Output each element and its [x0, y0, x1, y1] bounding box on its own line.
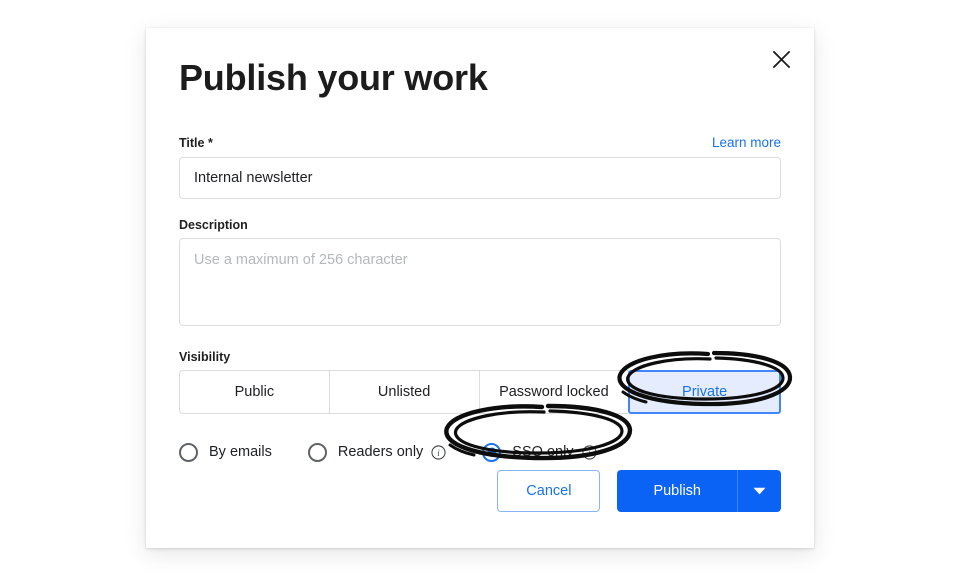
close-icon[interactable] [766, 44, 796, 74]
visibility-option-unlisted[interactable]: Unlisted [328, 370, 479, 415]
visibility-option-public[interactable]: Public [179, 370, 329, 415]
info-icon[interactable]: i [581, 444, 597, 460]
page-title: Publish your work [179, 57, 488, 98]
chevron-down-icon[interactable] [737, 470, 781, 512]
svg-text:i: i [438, 447, 441, 457]
description-label-row: Description [179, 217, 781, 233]
radio-circle-icon [307, 442, 327, 462]
radio-label: By emails [209, 444, 272, 461]
description-field-label: Description [179, 217, 248, 232]
visibility-option-password-locked[interactable]: Password locked [478, 370, 629, 415]
radio-readers-only[interactable]: Readers only i [307, 442, 446, 462]
dialog-footer: Cancel Publish [497, 470, 781, 512]
radio-circle-icon [482, 442, 502, 462]
publish-dialog: Publish your work Title * Learn more Des… [146, 28, 814, 548]
description-input[interactable] [179, 237, 781, 326]
segment-label: Password locked [499, 384, 609, 401]
visibility-option-private[interactable]: Private [628, 370, 781, 415]
learn-more-link[interactable]: Learn more [712, 134, 781, 152]
dialog-body: Title * Learn more Description Visibilit… [179, 134, 781, 466]
visibility-segmented-control: Public Unlisted Password locked Private [179, 370, 781, 415]
publish-split-button: Publish [617, 470, 781, 512]
info-icon[interactable]: i [431, 444, 446, 460]
radio-label: Readers only [337, 444, 424, 461]
publish-button[interactable]: Publish [617, 470, 737, 512]
radio-label: SSO only [512, 444, 574, 461]
svg-text:i: i [588, 447, 591, 457]
radio-sso-only[interactable]: SSO only i [482, 442, 597, 462]
cancel-button[interactable]: Cancel [497, 470, 601, 512]
access-radio-group: By emails Readers only i SSO only i [179, 438, 781, 466]
title-field-label: Title * [179, 136, 213, 150]
title-input[interactable] [179, 156, 781, 199]
segment-label: Private [682, 384, 728, 401]
radio-by-emails[interactable]: By emails [179, 442, 272, 462]
radio-circle-icon [179, 442, 198, 462]
segment-label: Public [234, 384, 275, 401]
visibility-label: Visibility [179, 349, 231, 364]
segment-label: Unlisted [377, 384, 431, 401]
title-label-row: Title * Learn more [179, 134, 781, 152]
visibility-label-row: Visibility [179, 349, 781, 365]
